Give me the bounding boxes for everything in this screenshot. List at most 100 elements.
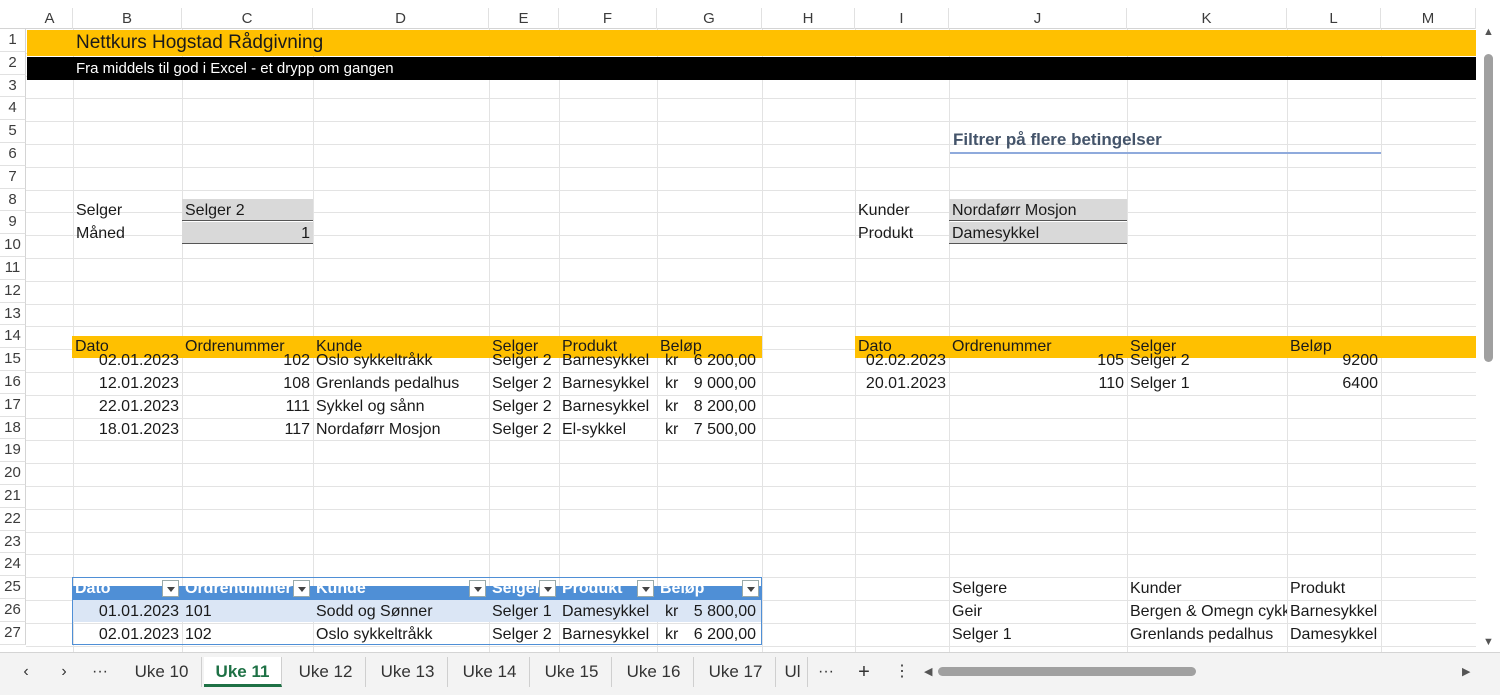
row-header-7[interactable]: 7	[0, 165, 26, 189]
column-header-b[interactable]: B	[73, 8, 182, 29]
result-left-kr: kr	[665, 397, 679, 415]
row-header-8[interactable]: 8	[0, 188, 26, 212]
tab-uke-16[interactable]: Uke 16	[614, 657, 694, 687]
row-header-6[interactable]: 6	[0, 143, 26, 166]
gridline-horizontal	[26, 303, 1476, 305]
result-left-ordre: 108	[283, 375, 310, 392]
tab-uke-14[interactable]: Uke 14	[450, 657, 530, 687]
result-left-selger: Selger 2	[492, 397, 552, 415]
list-header-1: Kunder	[1130, 580, 1182, 598]
row-header-27[interactable]: 27	[0, 621, 26, 645]
row-header-20[interactable]: 20	[0, 462, 26, 485]
tab-uke-13[interactable]: Uke 13	[368, 657, 448, 687]
result-left-produkt: Barnesykkel	[562, 352, 650, 370]
column-header-k[interactable]: K	[1127, 8, 1287, 29]
result-left-selger: Selger 2	[492, 352, 552, 370]
row-header-4[interactable]: 4	[0, 97, 26, 121]
tab-uke-12[interactable]: Uke 12	[286, 657, 366, 687]
tab-uke-10[interactable]: Uke 10	[122, 657, 202, 687]
column-header-f[interactable]: F	[559, 8, 657, 29]
horizontal-scrollbar[interactable]: ◀ ▶	[924, 665, 1480, 679]
list-item: Selger 1	[952, 625, 1012, 643]
tab-more-right-icon[interactable]: ···	[814, 657, 838, 687]
row-header-24[interactable]: 24	[0, 553, 26, 577]
tab-prev-icon[interactable]: ‹	[14, 657, 38, 687]
gridline-horizontal	[26, 98, 1476, 100]
maned-input[interactable]: 1	[182, 223, 313, 245]
row-header-26[interactable]: 26	[0, 599, 26, 622]
row-header-12[interactable]: 12	[0, 279, 26, 303]
result-left-produkt: El-sykkel	[562, 420, 627, 438]
column-header-a[interactable]: A	[27, 8, 73, 29]
produkt-input[interactable]: Damesykkel	[949, 223, 1127, 245]
tab-uke-17[interactable]: Uke 17	[696, 657, 776, 687]
result-left-kunde: Sykkel og sånn	[316, 397, 425, 415]
gridline-horizontal	[26, 508, 1476, 510]
row-header-13[interactable]: 13	[0, 302, 26, 326]
kunder-input[interactable]: Nordaførr Mosjon	[949, 200, 1127, 222]
vertical-scroll-thumb[interactable]	[1484, 54, 1493, 362]
result-right-selger: Selger 2	[1130, 352, 1190, 370]
tab-next-icon[interactable]: ›	[52, 657, 76, 687]
scroll-up-icon[interactable]: ▲	[1483, 26, 1494, 38]
sheet-menu-icon[interactable]: ⋮	[890, 657, 914, 687]
row-header-19[interactable]: 19	[0, 439, 26, 463]
scroll-down-icon[interactable]: ▼	[1483, 636, 1494, 648]
produkt-label: Produkt	[858, 225, 914, 242]
column-header-d[interactable]: D	[313, 8, 489, 29]
result-left-dato: 18.01.2023	[98, 420, 179, 438]
list-item: Barnesykkel	[1290, 603, 1378, 620]
gridline-horizontal	[26, 166, 1476, 168]
row-header-5[interactable]: 5	[0, 120, 26, 143]
row-header-21[interactable]: 21	[0, 485, 26, 508]
column-header-i[interactable]: I	[855, 8, 949, 29]
result-left-kr: kr	[665, 375, 679, 392]
result-left-selger: Selger 2	[492, 420, 552, 438]
result-left-ordre: 102	[283, 352, 310, 370]
list-item: Grenlands pedalhus	[1130, 625, 1274, 643]
selger-input[interactable]: Selger 2	[182, 200, 313, 222]
row-header-23[interactable]: 23	[0, 530, 26, 554]
column-header-h[interactable]: H	[762, 8, 855, 29]
row-header-22[interactable]: 22	[0, 507, 26, 531]
row-header-15[interactable]: 15	[0, 348, 26, 371]
vertical-scrollbar[interactable]: ▲ ▼	[1476, 26, 1500, 652]
tab-ul[interactable]: Ul	[778, 657, 808, 687]
row-header-16[interactable]: 16	[0, 371, 26, 394]
column-header-c[interactable]: C	[182, 8, 313, 29]
add-sheet-icon[interactable]: +	[852, 657, 876, 687]
sheet-tab-bar: ‹ › ··· Uke 10 Uke 11 Uke 12 Uke 13 Uke 14 Uk…	[0, 652, 1500, 695]
row-header-10[interactable]: 10	[0, 234, 26, 257]
row-header-1[interactable]: 1	[0, 29, 26, 52]
row-header-17[interactable]: 17	[0, 393, 26, 417]
result-right-dato: 20.01.2023	[865, 375, 946, 392]
result-right-selger: Selger 1	[1130, 375, 1190, 392]
row-header-3[interactable]: 3	[0, 74, 26, 98]
tab-uke-15[interactable]: Uke 15	[532, 657, 612, 687]
row-header-11[interactable]: 11	[0, 257, 26, 280]
banner-title: Nettkurs Hogstad Rådgivning	[76, 32, 324, 53]
column-header-l[interactable]: L	[1287, 8, 1381, 29]
gridline-horizontal	[26, 463, 1476, 465]
list-item: Bergen & Omegn cykk	[1130, 603, 1287, 620]
row-header-25[interactable]: 25	[0, 576, 26, 599]
column-header-e[interactable]: E	[489, 8, 559, 29]
row-header-14[interactable]: 14	[0, 325, 26, 349]
gridline-horizontal	[26, 121, 1476, 123]
scroll-right-icon[interactable]: ▶	[1462, 665, 1470, 678]
result-left-kr: kr	[665, 352, 679, 370]
row-header-2[interactable]: 2	[0, 51, 26, 75]
selger-label: Selger	[76, 202, 123, 219]
tab-uke-11[interactable]: Uke 11	[204, 657, 282, 687]
horizontal-scroll-thumb[interactable]	[938, 667, 1196, 676]
scroll-left-icon[interactable]: ◀	[924, 665, 932, 678]
row-header-9[interactable]: 9	[0, 211, 26, 235]
tab-more-left-icon[interactable]: ···	[88, 657, 112, 687]
spreadsheet-grid[interactable]: ABCDEFGHIJKLM 1 2 3 4 5 6 7 8 9 10 11 12 13 14 15 16 17 1…	[0, 0, 1500, 652]
column-header-g[interactable]: G	[657, 8, 762, 29]
row-header-18[interactable]: 18	[0, 416, 26, 440]
column-header-j[interactable]: J	[949, 8, 1127, 29]
column-header-m[interactable]: M	[1381, 8, 1476, 29]
result-left-ordre: 117	[284, 420, 310, 438]
list-item: Damesykkel	[1290, 625, 1378, 643]
